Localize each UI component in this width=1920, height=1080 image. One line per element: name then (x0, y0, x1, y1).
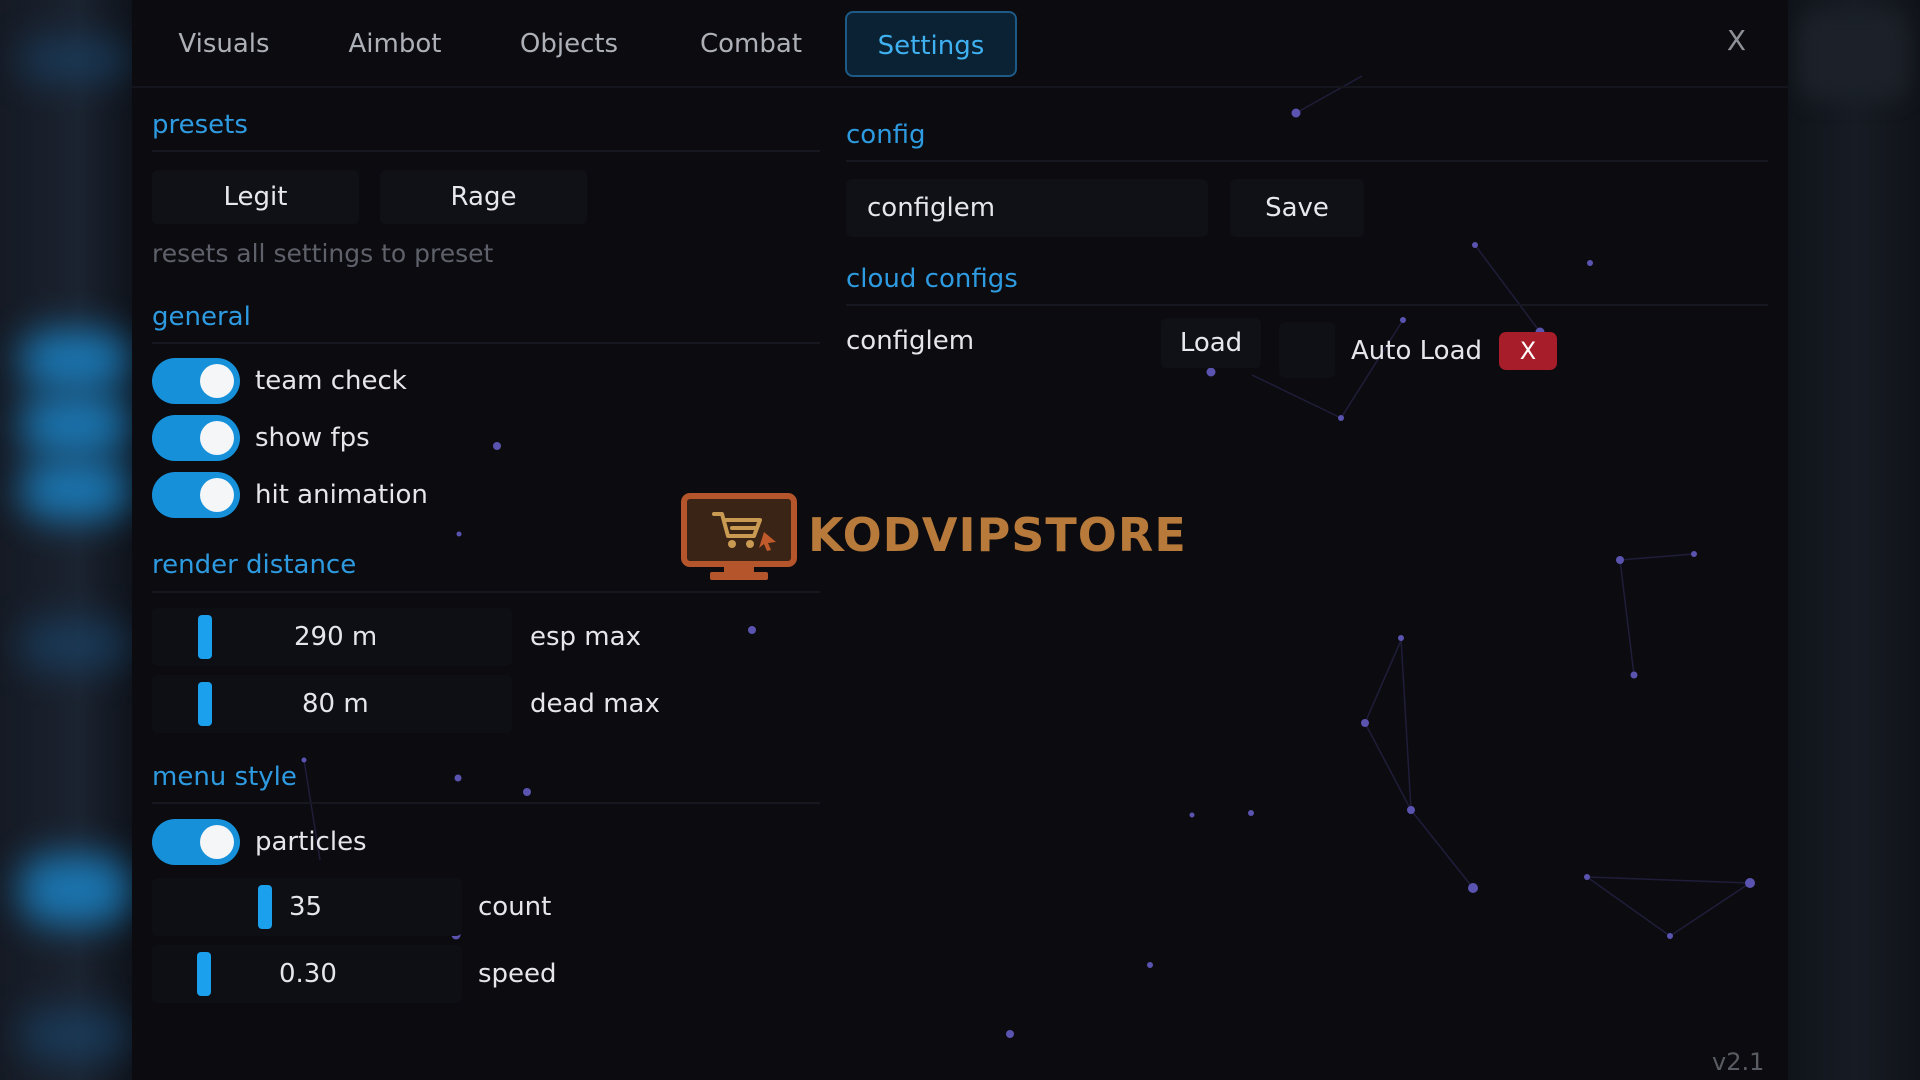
background-blur (20, 395, 130, 455)
section-divider (846, 160, 1768, 162)
auto-load-checkbox[interactable] (1279, 322, 1335, 378)
background-blur (20, 330, 130, 390)
section-divider (846, 304, 1768, 306)
section-divider (152, 802, 820, 804)
background-blur (20, 460, 130, 520)
hit-animation-toggle[interactable] (152, 472, 240, 518)
version-label: v2.1 (1712, 1048, 1765, 1076)
close-button[interactable]: X (1727, 24, 1746, 57)
hit-animation-label: hit animation (255, 480, 428, 510)
cloud-config-delete-button[interactable]: X (1499, 332, 1557, 370)
background-blur (20, 40, 130, 80)
toggle-knob (200, 364, 234, 398)
toggle-knob (200, 825, 234, 859)
background-blur (20, 855, 130, 925)
menu-style-section-title: menu style (152, 762, 297, 792)
hit-animation-toggle-row: hit animation (152, 472, 552, 520)
section-divider (152, 591, 820, 593)
dead-max-label: dead max (530, 689, 660, 719)
section-divider (152, 150, 820, 152)
particle-count-value: 35 (289, 892, 323, 922)
watermark: KODVIPSTORE (680, 492, 1240, 582)
particle-speed-slider[interactable]: 0.30 (152, 945, 462, 1003)
dead-max-slider[interactable]: 80 m (152, 675, 512, 733)
show-fps-toggle-row: show fps (152, 415, 552, 463)
section-divider (152, 342, 820, 344)
general-section-title: general (152, 302, 251, 332)
tab-objects[interactable]: Objects (519, 11, 619, 77)
background-blur (20, 620, 130, 670)
tab-visuals[interactable]: Visuals (174, 11, 274, 77)
auto-load-label: Auto Load (1351, 336, 1483, 366)
config-section-title: config (846, 120, 926, 150)
tab-combat[interactable]: Combat (700, 11, 802, 77)
preset-rage-button[interactable]: Rage (380, 170, 587, 224)
slider-handle[interactable] (198, 682, 212, 726)
slider-handle[interactable] (198, 615, 212, 659)
slider-handle[interactable] (258, 885, 272, 929)
slider-handle[interactable] (197, 952, 211, 996)
background-blur (20, 1010, 130, 1060)
particles-toggle[interactable] (152, 819, 240, 865)
preset-hint: resets all settings to preset (152, 239, 494, 268)
toggle-knob (200, 421, 234, 455)
background-blur (1798, 10, 1908, 100)
esp-max-slider[interactable]: 290 m (152, 608, 512, 666)
particle-count-label: count (478, 892, 552, 922)
esp-max-label: esp max (530, 622, 641, 652)
config-name-input[interactable]: configlem (846, 179, 1208, 237)
tab-settings[interactable]: Settings (845, 11, 1017, 77)
esp-max-value: 290 m (294, 622, 378, 652)
show-fps-label: show fps (255, 423, 370, 453)
toggle-knob (200, 478, 234, 512)
team-check-toggle-row: team check (152, 358, 552, 406)
background-left (0, 0, 132, 1080)
cloud-configs-section-title: cloud configs (846, 264, 1018, 294)
tab-bar: Visuals Aimbot Objects Combat Settings X (132, 0, 1788, 88)
dead-max-value: 80 m (302, 689, 369, 719)
particle-count-slider[interactable]: 35 (152, 878, 462, 936)
shopping-cart-monitor-icon (681, 493, 797, 580)
watermark-brand-text: KODVIPSTORE (808, 508, 1187, 562)
background-right (1788, 0, 1920, 1080)
presets-section-title: presets (152, 110, 248, 140)
render-distance-section-title: render distance (152, 550, 357, 580)
cloud-config-load-button[interactable]: Load (1161, 318, 1261, 368)
particles-label: particles (255, 827, 367, 857)
tab-aimbot[interactable]: Aimbot (345, 11, 445, 77)
config-save-button[interactable]: Save (1230, 179, 1364, 237)
cloud-config-name: configlem (846, 326, 975, 356)
preset-legit-button[interactable]: Legit (152, 170, 359, 224)
team-check-toggle[interactable] (152, 358, 240, 404)
team-check-label: team check (255, 366, 407, 396)
particle-speed-label: speed (478, 959, 557, 989)
particle-speed-value: 0.30 (279, 959, 337, 989)
particles-toggle-row: particles (152, 819, 552, 867)
show-fps-toggle[interactable] (152, 415, 240, 461)
